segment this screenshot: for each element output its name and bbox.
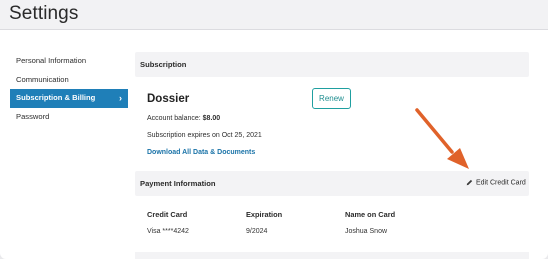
next-section-header — [135, 252, 529, 259]
pencil-icon — [466, 179, 473, 186]
expiration-value: 9/2024 — [246, 228, 268, 235]
sidebar-item-label: Password — [16, 111, 50, 121]
edit-credit-card-label: Edit Credit Card — [476, 179, 526, 187]
page-title: Settings — [9, 3, 79, 24]
settings-window: Settings Personal Information Communicat… — [0, 0, 548, 259]
download-data-link[interactable]: Download All Data & Documents — [147, 149, 255, 156]
credit-card-header: Credit Card — [147, 210, 188, 219]
account-balance-label: Account balance: — [147, 115, 203, 122]
sidebar-item-personal-information[interactable]: Personal Information — [10, 52, 128, 71]
settings-sidebar: Personal Information Communication Subsc… — [10, 52, 128, 126]
sidebar-item-communication[interactable]: Communication — [10, 71, 128, 90]
subscription-section-header: Subscription — [135, 52, 529, 77]
section-title: Payment Information — [140, 179, 216, 188]
chevron-right-icon: › — [119, 93, 122, 103]
arrow-annotation — [415, 108, 469, 169]
expiration-header: Expiration — [246, 210, 283, 219]
sidebar-item-password[interactable]: Password — [10, 108, 128, 127]
account-balance-value: $8.00 — [202, 115, 221, 122]
sidebar-item-subscription-billing[interactable]: Subscription & Billing › — [10, 89, 128, 108]
name-on-card-header: Name on Card — [345, 210, 396, 219]
sidebar-item-label: Communication — [16, 74, 69, 84]
credit-card-value: Visa ****4242 — [147, 228, 189, 235]
edit-credit-card-link[interactable]: Edit Credit Card — [466, 179, 526, 186]
subscription-expiry: Subscription expires on Oct 25, 2021 — [147, 132, 262, 139]
page-header: Settings — [0, 0, 548, 30]
sidebar-item-label: Subscription & Billing — [16, 93, 96, 102]
plan-name: Dossier — [147, 93, 190, 105]
sidebar-item-label: Personal Information — [16, 56, 87, 65]
account-balance: Account balance: $8.00 — [147, 115, 220, 122]
name-on-card-value: Joshua Snow — [345, 228, 388, 235]
section-title: Subscription — [140, 60, 187, 69]
renew-button[interactable]: Renew — [312, 88, 351, 109]
